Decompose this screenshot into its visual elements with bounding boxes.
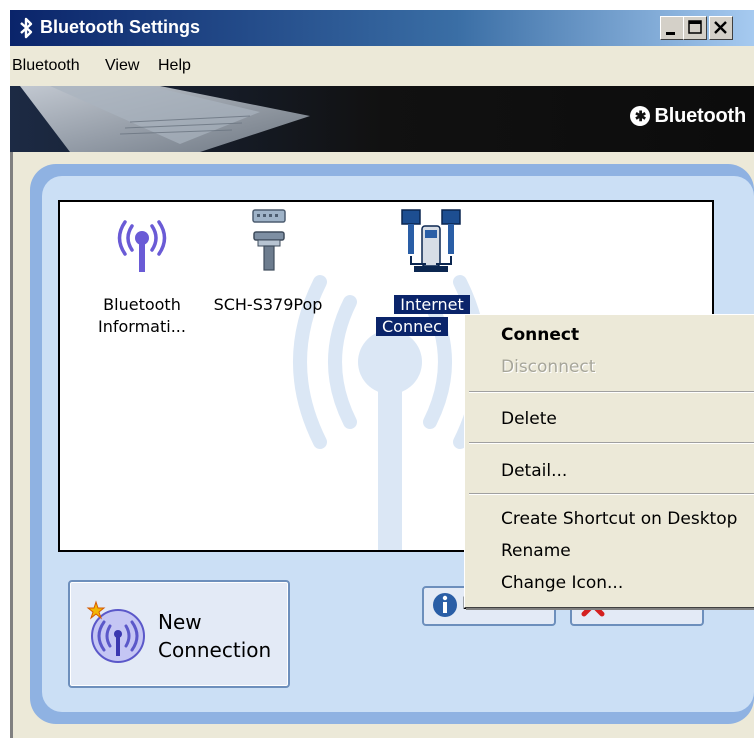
- close-icon: [714, 21, 727, 34]
- network-computers-icon: [401, 209, 461, 272]
- window-title: Bluetooth Settings: [40, 17, 200, 37]
- menu-separator: [469, 442, 754, 444]
- menu-bar: Bluetooth View Help: [10, 46, 754, 86]
- ctx-rename[interactable]: Rename: [501, 541, 571, 561]
- close-button[interactable]: [709, 16, 733, 40]
- bluetooth-logo-text: Bluetooth: [654, 105, 746, 127]
- new-connection-button[interactable]: New Connection: [68, 580, 290, 688]
- menu-bluetooth[interactable]: Bluetooth: [12, 57, 80, 75]
- new-connection-label: New Connection: [158, 610, 272, 662]
- menu-view[interactable]: View: [105, 57, 139, 75]
- bluetooth-app-icon: [18, 16, 36, 44]
- menu-separator: [469, 391, 754, 393]
- minimize-icon: [666, 32, 675, 35]
- context-menu: Connect Disconnect Delete Detail... Crea…: [464, 314, 754, 608]
- ctx-delete[interactable]: Delete: [501, 409, 557, 429]
- menu-separator: [469, 493, 754, 495]
- header-banner: ✱ Bluetooth: [10, 86, 754, 152]
- ctx-disconnect: Disconnect: [501, 357, 596, 377]
- new-connection-icon: [86, 600, 145, 663]
- device-label: SCH-S379Pop: [213, 295, 323, 314]
- antenna-signal-icon: [117, 220, 167, 272]
- bluetooth-logo: ✱ Bluetooth: [630, 105, 746, 128]
- phone-connector-icon: [252, 209, 286, 271]
- device-label: Bluetooth Informati...: [98, 295, 186, 336]
- info-icon: [433, 593, 457, 617]
- window-border: [10, 152, 13, 738]
- maximize-button[interactable]: [683, 16, 707, 40]
- bluetooth-logo-icon: ✱: [630, 106, 651, 126]
- ctx-connect[interactable]: Connect: [501, 325, 579, 345]
- ctx-change-icon[interactable]: Change Icon...: [501, 573, 623, 593]
- minimize-button[interactable]: [660, 16, 684, 40]
- maximize-icon: [688, 20, 702, 34]
- bluetooth-settings-window: Bluetooth Settings Bluetooth View Help ✱…: [10, 10, 754, 738]
- ctx-detail[interactable]: Detail...: [501, 461, 567, 481]
- title-bar[interactable]: Bluetooth Settings: [10, 10, 754, 46]
- ctx-create-shortcut[interactable]: Create Shortcut on Desktop: [501, 509, 737, 529]
- menu-help[interactable]: Help: [158, 57, 191, 75]
